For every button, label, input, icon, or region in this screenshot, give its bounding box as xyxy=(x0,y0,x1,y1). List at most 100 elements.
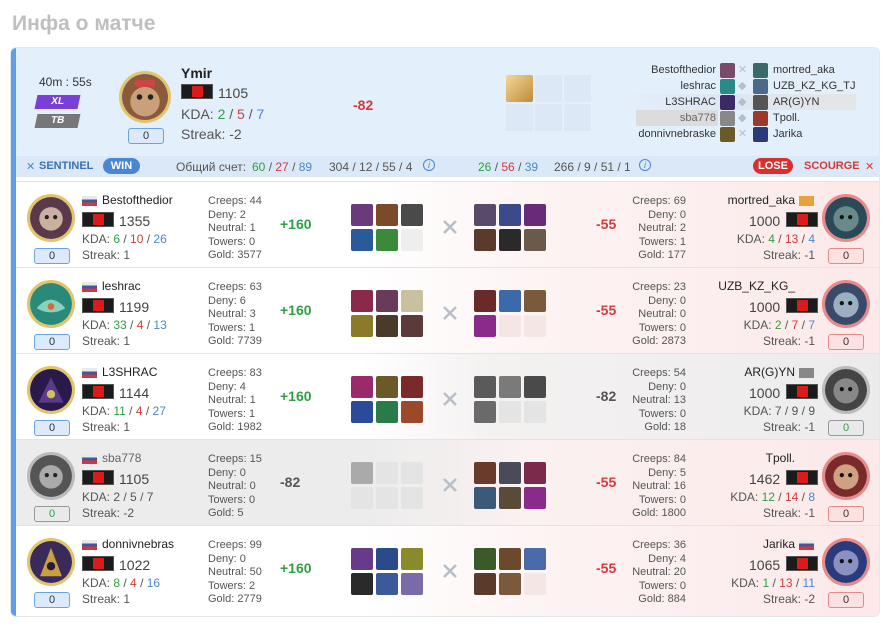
item-icon xyxy=(499,204,521,226)
country-flag xyxy=(799,540,814,550)
empty-slot xyxy=(535,75,562,102)
item-icon xyxy=(376,204,398,226)
opponent-mmr: 1065 xyxy=(749,557,781,573)
player-items xyxy=(351,376,425,424)
empty-slot xyxy=(564,104,591,131)
item-icon xyxy=(524,462,546,484)
item-icon xyxy=(524,487,546,509)
item-icon xyxy=(401,376,423,398)
hero-icon xyxy=(720,95,735,110)
matchup-row[interactable]: L3SHRAC ◆ AR(G)YN xyxy=(616,94,856,110)
item-icon xyxy=(524,548,546,570)
shield-icon: ◆ xyxy=(738,96,747,108)
empty-slot xyxy=(401,462,423,484)
item-icon xyxy=(474,376,496,398)
player-name[interactable]: Ymir xyxy=(181,65,212,81)
hero-avatar[interactable] xyxy=(822,280,870,328)
item-icon xyxy=(376,548,398,570)
hero-avatar[interactable] xyxy=(822,366,870,414)
player-items xyxy=(351,462,425,510)
hero-avatar[interactable] xyxy=(27,280,75,328)
item-icon xyxy=(376,376,398,398)
scourge-label: SCOURGE xyxy=(804,160,860,172)
mmr-delta: +160 xyxy=(280,560,312,576)
item-icon xyxy=(351,229,373,251)
opponent-mmr: 1000 xyxy=(749,299,781,315)
empty-slot xyxy=(499,401,521,423)
rank-icon xyxy=(82,556,114,571)
player-name[interactable]: L3SHRAC xyxy=(102,365,157,379)
hero-avatar[interactable] xyxy=(822,194,870,242)
hero-avatar[interactable] xyxy=(27,538,75,586)
item-icon xyxy=(499,376,521,398)
item-icon xyxy=(506,75,533,102)
item-icon xyxy=(499,487,521,509)
opponent-streak: Streak: -1 xyxy=(762,334,815,348)
matchup-row[interactable]: Bestofthedior ✕ mortred_aka xyxy=(616,62,856,78)
opponent-name[interactable]: mortred_aka xyxy=(728,193,795,207)
player-name[interactable]: Bestofthedior xyxy=(102,193,173,207)
opponent-items xyxy=(474,204,548,252)
country-flag xyxy=(82,368,97,378)
player-avatar[interactable] xyxy=(119,71,171,123)
opponent-kda: KDA: 4 / 13 / 4 xyxy=(736,232,815,246)
player-stats: Creeps: 15 Deny: 0 Neutral: 0 Towers: 0 Gold… xyxy=(208,453,262,519)
player-badge: 0 xyxy=(34,248,70,264)
item-icon xyxy=(474,487,496,509)
opponent-stats: Creeps: 54 Deny: 0 Neutral: 13 Towers: 0 Gol… xyxy=(632,367,686,433)
sentinel-icon: ✕ xyxy=(26,161,36,173)
rank-icon xyxy=(786,212,818,227)
rank-icon xyxy=(82,212,114,227)
item-icon xyxy=(376,290,398,312)
rank-icon xyxy=(786,384,818,399)
hero-avatar[interactable] xyxy=(27,194,75,242)
opponent-name[interactable]: Jarika xyxy=(763,537,795,551)
hero-avatar[interactable] xyxy=(822,452,870,500)
mmr-delta: +160 xyxy=(280,302,312,318)
item-icon xyxy=(499,548,521,570)
player-name[interactable]: donnivnebras xyxy=(102,537,174,551)
info-icon[interactable]: i xyxy=(639,159,651,171)
swords-icon: ✕ xyxy=(738,128,748,140)
empty-slot xyxy=(524,573,546,595)
hero-icon xyxy=(720,127,735,142)
item-icon xyxy=(401,401,423,423)
info-icon[interactable]: i xyxy=(423,159,435,171)
opponent-items xyxy=(474,548,548,596)
empty-slot xyxy=(524,401,546,423)
opponent-name[interactable]: AR(G)YN xyxy=(744,365,795,379)
item-icon xyxy=(474,548,496,570)
item-icon xyxy=(401,315,423,337)
item-icon xyxy=(351,204,373,226)
swords-icon xyxy=(441,562,459,580)
item-icon xyxy=(351,401,373,423)
opponent-name[interactable]: UZB_KZ_KG_ xyxy=(718,279,795,293)
player-row: 0 sba778 1105 KDA: 2 / 5 / 7 Streak: -2 … xyxy=(16,439,879,525)
item-icon xyxy=(499,229,521,251)
mmr-delta: -82 xyxy=(280,474,301,490)
empty-slot xyxy=(524,315,546,337)
hero-avatar[interactable] xyxy=(27,452,75,500)
shield-icon: ◆ xyxy=(738,112,747,124)
hero-avatar[interactable] xyxy=(822,538,870,586)
matchup-row[interactable]: leshrac ◆ UZB_KZ_KG_TJ xyxy=(616,78,856,94)
country-flag xyxy=(799,368,814,378)
opponent-badge: 0 xyxy=(828,334,864,350)
item-icon xyxy=(499,290,521,312)
opponent-items xyxy=(474,376,548,424)
win-badge: WIN xyxy=(103,158,140,174)
matchup-row[interactable]: sba778 ◆ Tpoll. xyxy=(616,110,856,126)
item-icon xyxy=(474,229,496,251)
player-name[interactable]: sba778 xyxy=(102,451,141,465)
opponent-badge: 0 xyxy=(828,592,864,608)
player-badge: 0 xyxy=(34,506,70,522)
country-flag xyxy=(82,454,97,464)
opponent-name[interactable]: Tpoll. xyxy=(766,451,795,465)
player-stats: Creeps: 83 Deny: 4 Neutral: 1 Towers: 1 Gold… xyxy=(208,367,262,433)
item-icon xyxy=(351,290,373,312)
player-name[interactable]: leshrac xyxy=(102,279,141,293)
player-badge: 0 xyxy=(34,334,70,350)
item-icon xyxy=(376,315,398,337)
hero-avatar[interactable] xyxy=(27,366,75,414)
matchup-row[interactable]: donnivnebraske ✕ Jarika xyxy=(616,126,856,142)
